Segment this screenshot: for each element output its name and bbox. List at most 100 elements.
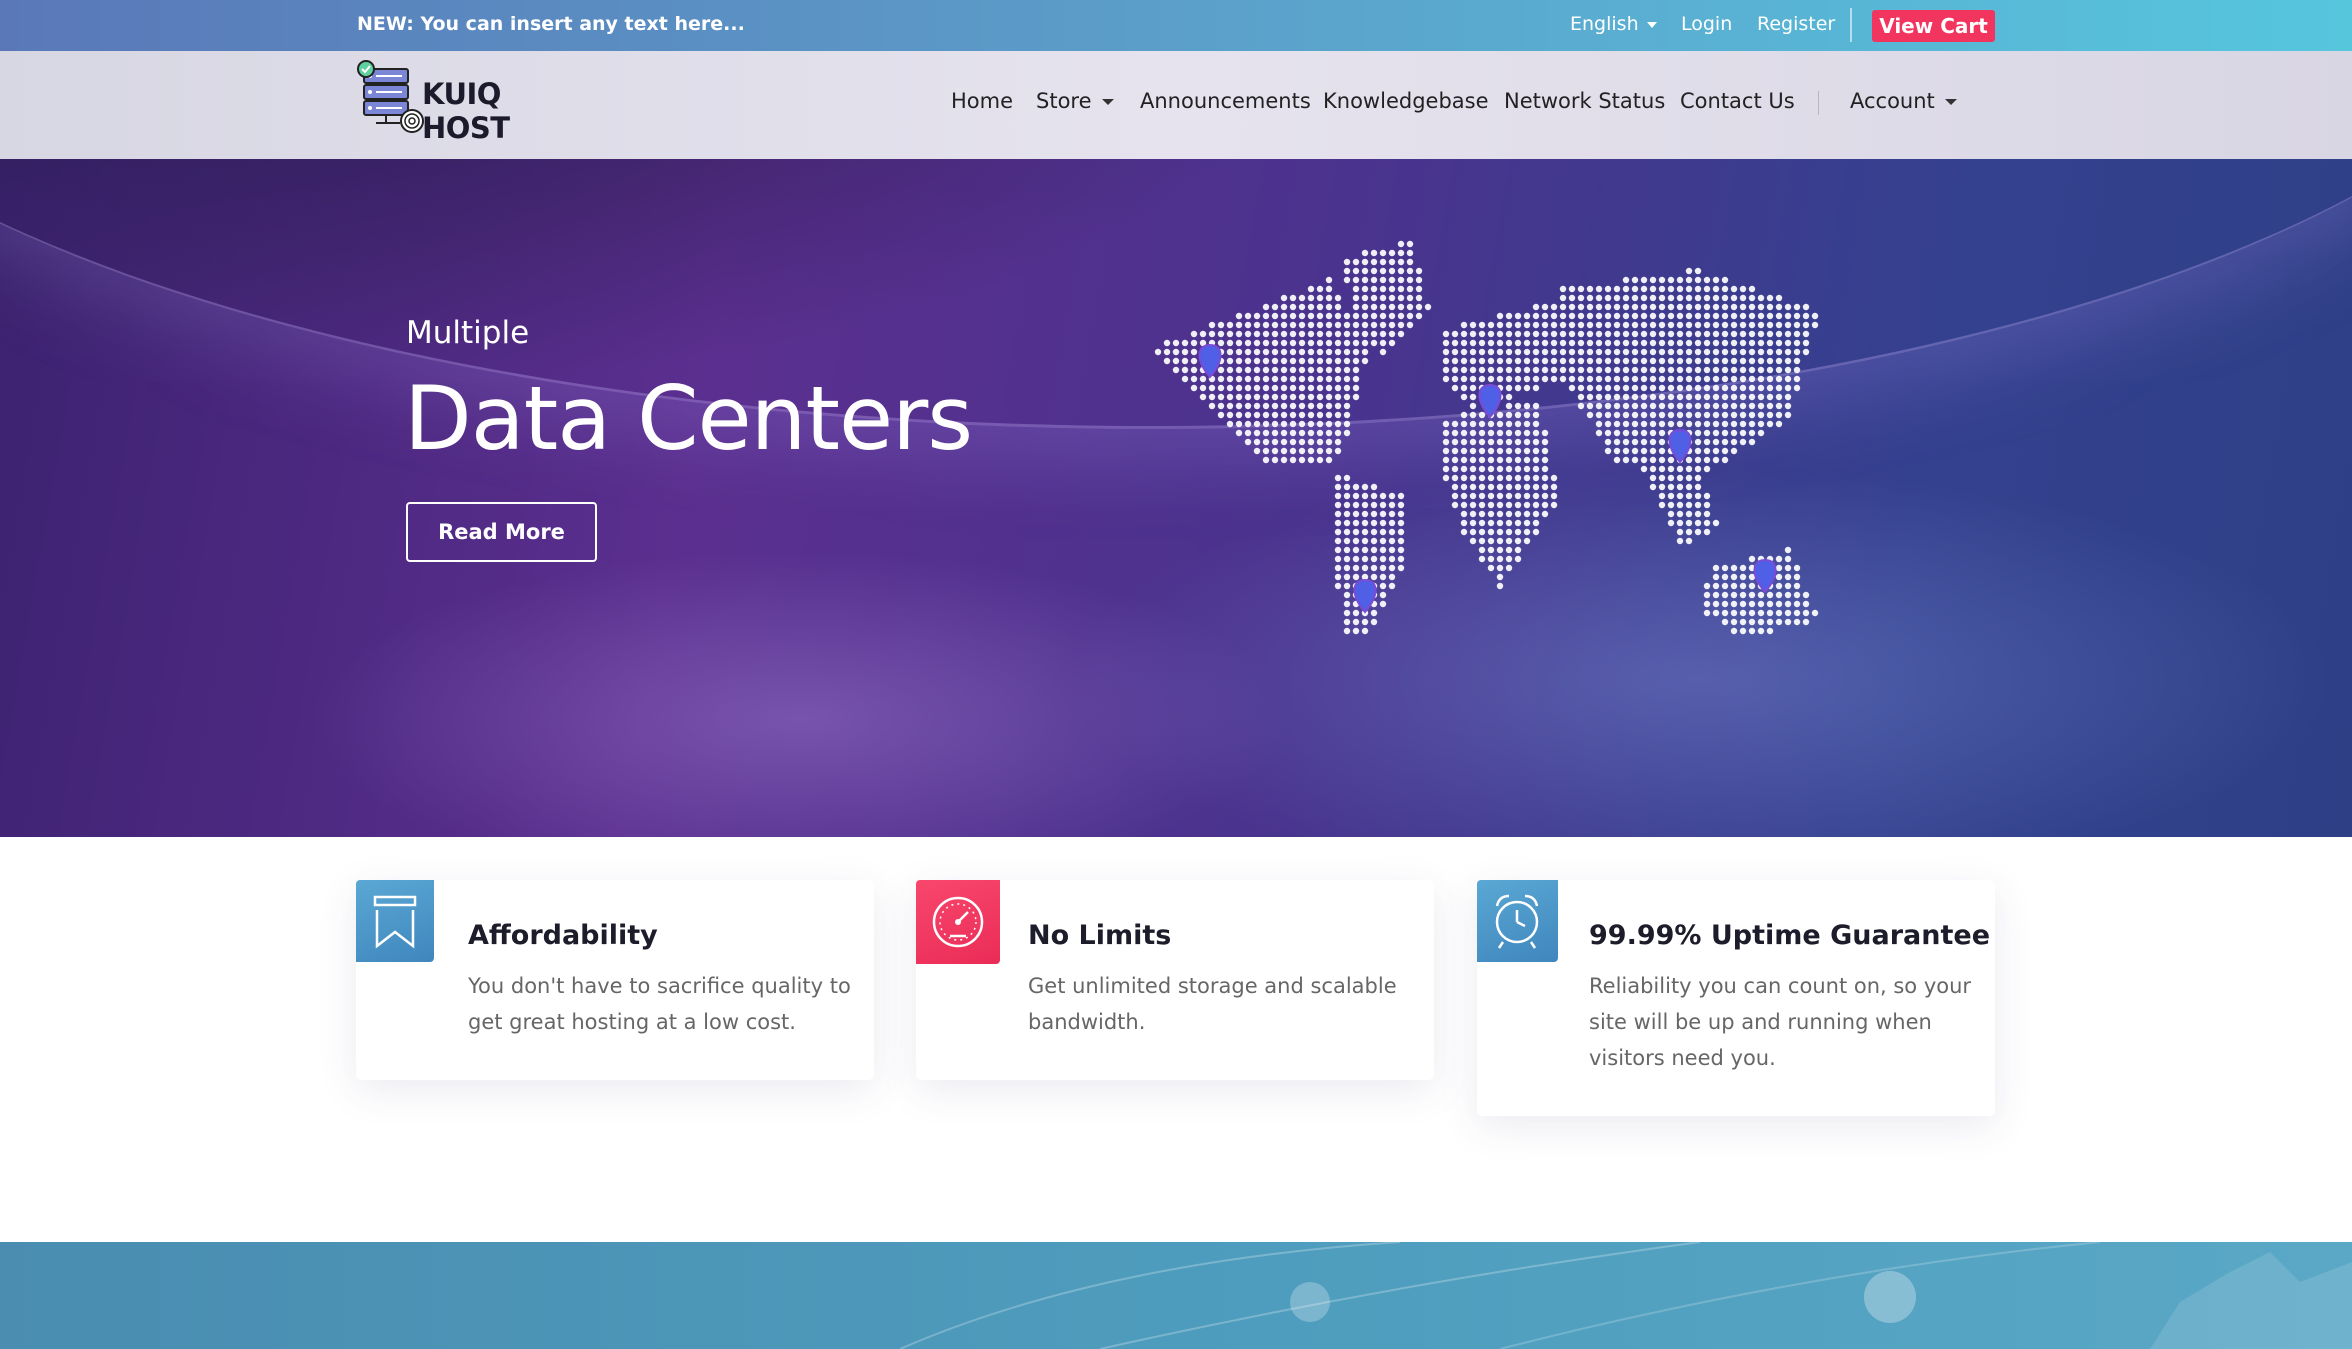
map-dot xyxy=(1676,393,1684,401)
map-dot xyxy=(1361,258,1369,266)
map-dot xyxy=(1640,447,1648,455)
map-dot xyxy=(1244,411,1252,419)
map-dot xyxy=(1685,276,1693,284)
nav-contact-us[interactable]: Contact Us xyxy=(1680,89,1795,113)
map-dot xyxy=(1802,312,1810,320)
nav-store[interactable]: Store xyxy=(1036,89,1114,113)
map-dot xyxy=(1298,321,1306,329)
map-dot xyxy=(1280,312,1288,320)
map-dot xyxy=(1784,564,1792,572)
map-dot xyxy=(1397,519,1405,527)
map-dot xyxy=(1370,483,1378,491)
map-dot xyxy=(1784,411,1792,419)
map-dot xyxy=(1397,303,1405,311)
map-dot xyxy=(1775,357,1783,365)
register-link[interactable]: Register xyxy=(1757,13,1835,35)
map-dot xyxy=(1793,573,1801,581)
map-dot xyxy=(1649,456,1657,464)
map-dot xyxy=(1523,411,1531,419)
map-dot xyxy=(1226,366,1234,374)
map-dot xyxy=(1739,411,1747,419)
map-dot xyxy=(1676,339,1684,347)
map-dot xyxy=(1694,492,1702,500)
map-dot xyxy=(1757,600,1765,608)
map-dot xyxy=(1316,393,1324,401)
map-dot xyxy=(1397,312,1405,320)
map-dot xyxy=(1514,492,1522,500)
map-dot xyxy=(1604,393,1612,401)
map-dot xyxy=(1721,420,1729,428)
map-dot xyxy=(1460,528,1468,536)
map-dot xyxy=(1775,384,1783,392)
map-dot xyxy=(1496,357,1504,365)
map-dot xyxy=(1334,366,1342,374)
map-dot xyxy=(1694,501,1702,509)
view-cart-button[interactable]: View Cart xyxy=(1872,10,1995,42)
map-dot xyxy=(1379,321,1387,329)
map-dot xyxy=(1550,375,1558,383)
map-dot xyxy=(1325,303,1333,311)
map-dot xyxy=(1613,393,1621,401)
map-dot xyxy=(1712,564,1720,572)
map-dot xyxy=(1712,411,1720,419)
map-dot xyxy=(1478,375,1486,383)
map-dot xyxy=(1559,294,1567,302)
map-dot xyxy=(1622,339,1630,347)
map-dot xyxy=(1271,312,1279,320)
map-dot xyxy=(1514,519,1522,527)
nav-account[interactable]: Account xyxy=(1850,89,1957,113)
map-dot xyxy=(1739,591,1747,599)
map-dot xyxy=(1514,411,1522,419)
map-dot xyxy=(1298,330,1306,338)
map-dot xyxy=(1505,564,1513,572)
map-dot xyxy=(1505,330,1513,338)
login-link[interactable]: Login xyxy=(1681,13,1732,35)
map-dot xyxy=(1505,492,1513,500)
map-dot xyxy=(1235,375,1243,383)
map-dot xyxy=(1766,393,1774,401)
language-selector[interactable]: English xyxy=(1570,13,1657,35)
site-logo[interactable]: KUIQ HOST xyxy=(356,59,576,145)
map-dot xyxy=(1703,492,1711,500)
map-dot xyxy=(1397,285,1405,293)
map-dot xyxy=(1514,339,1522,347)
map-dot xyxy=(1325,312,1333,320)
map-dot xyxy=(1550,339,1558,347)
map-dot xyxy=(1739,420,1747,428)
map-dot xyxy=(1496,411,1504,419)
map-dot xyxy=(1442,474,1450,482)
map-dot xyxy=(1316,357,1324,365)
map-dot xyxy=(1685,384,1693,392)
map-dot xyxy=(1451,438,1459,446)
map-dot xyxy=(1739,600,1747,608)
map-dot xyxy=(1271,456,1279,464)
map-dot xyxy=(1586,285,1594,293)
read-more-button[interactable]: Read More xyxy=(406,502,597,562)
map-dot xyxy=(1460,393,1468,401)
map-dot xyxy=(1712,609,1720,617)
map-dot xyxy=(1478,321,1486,329)
map-dot xyxy=(1244,312,1252,320)
map-dot xyxy=(1532,384,1540,392)
map-dot xyxy=(1523,357,1531,365)
map-dot xyxy=(1388,510,1396,518)
nav-home[interactable]: Home xyxy=(951,89,1013,113)
map-dot xyxy=(1721,339,1729,347)
map-dot xyxy=(1469,402,1477,410)
map-dot xyxy=(1685,285,1693,293)
nav-announcements[interactable]: Announcements xyxy=(1140,89,1311,113)
map-dot xyxy=(1613,456,1621,464)
map-dot xyxy=(1541,474,1549,482)
map-dot xyxy=(1451,348,1459,356)
map-dot xyxy=(1352,267,1360,275)
map-dot xyxy=(1685,321,1693,329)
map-dot xyxy=(1658,384,1666,392)
map-dot xyxy=(1325,438,1333,446)
map-dot xyxy=(1604,357,1612,365)
nav-network-status[interactable]: Network Status xyxy=(1504,89,1665,113)
map-dot xyxy=(1748,429,1756,437)
map-dot xyxy=(1379,573,1387,581)
nav-knowledgebase[interactable]: Knowledgebase xyxy=(1323,89,1489,113)
map-dot xyxy=(1370,330,1378,338)
map-dot xyxy=(1784,618,1792,626)
